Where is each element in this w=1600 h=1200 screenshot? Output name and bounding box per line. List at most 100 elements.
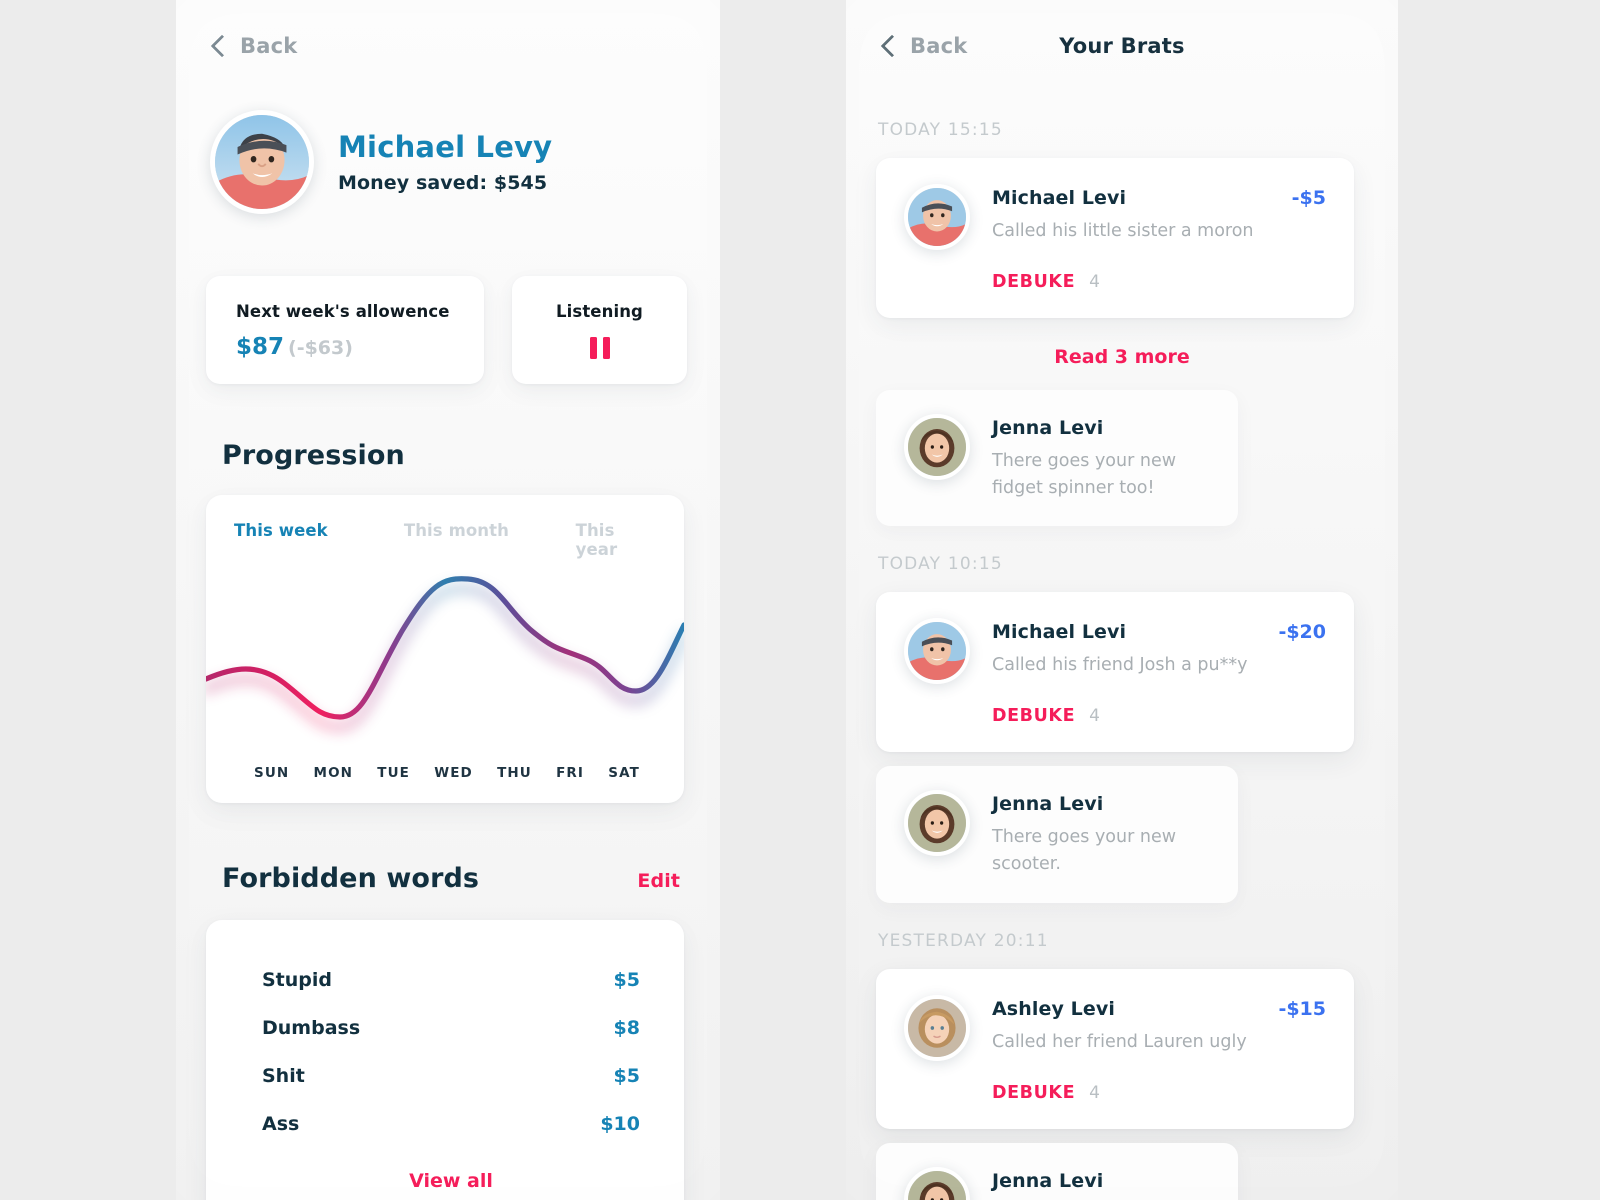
day-label: TUE xyxy=(377,765,410,781)
debuke-count: 4 xyxy=(1089,706,1100,727)
avatar[interactable] xyxy=(904,790,970,857)
allowance-title: Next week's allowence xyxy=(236,302,450,321)
chevron-left-icon xyxy=(210,37,228,55)
word-price: $5 xyxy=(613,969,640,991)
back-label: Back xyxy=(240,34,298,58)
view-all-button[interactable]: View all xyxy=(262,1170,640,1192)
sender-name: Ashley Levi xyxy=(992,997,1115,1020)
message-body: Jenna Levi There goes your new scooter. xyxy=(992,790,1210,878)
brats-feed-screen: Back Your Brats TODAY 15:15 Michael Levi… xyxy=(846,0,1398,1200)
progression-chart-card: This week This month This year SUN MON T… xyxy=(206,495,684,803)
message-header: Ashley Levi -$15 xyxy=(992,998,1326,1020)
left-nav-bar: Back xyxy=(176,0,720,92)
list-item[interactable]: Michael Levi -$20 Called his friend Josh… xyxy=(876,592,1354,753)
sender-name: Jenna Levi xyxy=(992,417,1104,439)
day-label: MON xyxy=(313,765,354,781)
message-body: Ashley Levi -$15 Called her friend Laure… xyxy=(992,995,1326,1061)
back-button[interactable]: Back xyxy=(210,34,297,58)
feed-timestamp: TODAY 15:15 xyxy=(878,120,1003,140)
forbidden-words-heading: Forbidden words xyxy=(222,863,480,894)
feed-list: TODAY 15:15 Michael Levi -$5 Called his … xyxy=(846,92,1398,1200)
debuke-button[interactable]: DEBUKE xyxy=(992,706,1075,726)
avatar[interactable] xyxy=(210,110,314,214)
reply-row: Jenna Levi There goes your new scooter. xyxy=(904,790,1210,878)
list-item[interactable]: Ashley Levi -$15 Called her friend Laure… xyxy=(876,968,1354,1129)
pause-icon[interactable] xyxy=(512,337,687,359)
day-label: SAT xyxy=(608,765,640,781)
right-nav-bar: Back Your Brats xyxy=(846,0,1398,92)
allowance-card[interactable]: Next week's allowence $87 (-$63) xyxy=(206,276,484,384)
list-item[interactable]: Jenna Levi There goes your new fidget sp… xyxy=(876,390,1238,527)
allowance-amount: $87 xyxy=(236,334,285,360)
amount-badge: -$15 xyxy=(1278,997,1326,1020)
day-label: FRI xyxy=(556,765,585,781)
debuke-button[interactable]: DEBUKE xyxy=(992,1083,1075,1103)
message-actions: DEBUKE 4 xyxy=(904,1061,1326,1103)
profile-text: Michael Levy Money saved: $545 xyxy=(338,130,552,194)
reply-row: Jenna Levi xyxy=(904,1166,1210,1200)
feed-timestamp: TODAY 10:15 xyxy=(878,554,1003,575)
day-label: SUN xyxy=(254,765,290,781)
word-price: $5 xyxy=(613,1065,640,1087)
word-label: Stupid xyxy=(262,969,333,991)
message-text: Called her friend Lauren ugly xyxy=(992,1031,1247,1052)
day-label: WED xyxy=(434,765,473,781)
read-more-button[interactable]: Read 3 more xyxy=(876,318,1368,390)
message-header: Michael Levi -$5 xyxy=(992,187,1326,209)
table-row[interactable]: Dumbass $8 xyxy=(262,1004,640,1052)
avatar[interactable] xyxy=(904,618,970,685)
avatar[interactable] xyxy=(904,184,970,250)
reply-row: Jenna Levi There goes your new fidget sp… xyxy=(904,414,1210,502)
chart-day-labels: SUN MON TUE WED THU FRI SAT xyxy=(206,765,684,781)
offense-row: Michael Levi -$20 Called his friend Josh… xyxy=(904,618,1326,685)
table-row[interactable]: Ass $10 xyxy=(262,1100,640,1148)
message-body: Jenna Levi xyxy=(992,1167,1210,1200)
message-body: Jenna Levi There goes your new fidget sp… xyxy=(992,414,1210,502)
list-item[interactable]: Michael Levi -$5 Called his little siste… xyxy=(876,158,1354,318)
allowance-values: $87 (-$63) xyxy=(236,334,484,360)
list-item[interactable]: Jenna Levi There goes your new scooter. xyxy=(876,766,1238,903)
sender-name: Michael Levi xyxy=(992,187,1127,209)
listening-title: Listening xyxy=(556,302,643,321)
forbidden-words-card: Stupid $5 Dumbass $8 Shit $5 Ass $10 Vie… xyxy=(206,920,684,1200)
profile-header: Michael Levy Money saved: $545 xyxy=(176,92,720,214)
list-item[interactable]: Jenna Levi xyxy=(876,1142,1238,1200)
screenshot-stage: Back Michael Levy Money saved: $545 Next… xyxy=(0,0,1600,1200)
sender-name: Jenna Levi xyxy=(992,1169,1104,1192)
message-text: Called his friend Josh a pu**y xyxy=(992,655,1248,676)
debuke-button[interactable]: DEBUKE xyxy=(992,272,1075,292)
progression-heading: Progression xyxy=(222,440,405,471)
avatar[interactable] xyxy=(904,994,970,1061)
avatar[interactable] xyxy=(904,1166,970,1200)
back-label: Back xyxy=(910,34,968,58)
message-actions: DEBUKE 4 xyxy=(904,250,1326,292)
avatar[interactable] xyxy=(904,414,970,480)
table-row[interactable]: Shit $5 xyxy=(262,1052,640,1100)
profile-screen: Back Michael Levy Money saved: $545 Next… xyxy=(176,0,720,1200)
message-actions: DEBUKE 4 xyxy=(904,684,1326,726)
debuke-count: 4 xyxy=(1089,272,1100,292)
message-header: Michael Levi -$20 xyxy=(992,621,1326,643)
word-price: $10 xyxy=(600,1113,640,1135)
word-label: Dumbass xyxy=(262,1017,361,1039)
progression-heading-wrap: Progression xyxy=(176,384,720,471)
back-button[interactable]: Back xyxy=(880,34,967,58)
amount-badge: -$5 xyxy=(1291,187,1326,209)
edit-button[interactable]: Edit xyxy=(637,870,680,892)
word-label: Shit xyxy=(262,1065,305,1087)
debuke-count: 4 xyxy=(1089,1082,1100,1103)
feed-timestamp: YESTERDAY 20:11 xyxy=(878,930,1049,951)
listening-card[interactable]: Listening xyxy=(512,276,687,384)
word-price: $8 xyxy=(613,1017,640,1039)
table-row[interactable]: Stupid $5 xyxy=(262,956,640,1004)
amount-badge: -$20 xyxy=(1278,621,1326,644)
chevron-left-icon xyxy=(880,37,898,55)
forbidden-words-header: Forbidden words Edit xyxy=(176,803,720,894)
sender-name: Jenna Levi xyxy=(992,793,1104,816)
money-saved: Money saved: $545 xyxy=(338,172,548,194)
page-title: Michael Levy xyxy=(338,130,553,164)
progression-line-chart xyxy=(206,576,684,732)
message-body: Michael Levi -$20 Called his friend Josh… xyxy=(992,618,1326,684)
